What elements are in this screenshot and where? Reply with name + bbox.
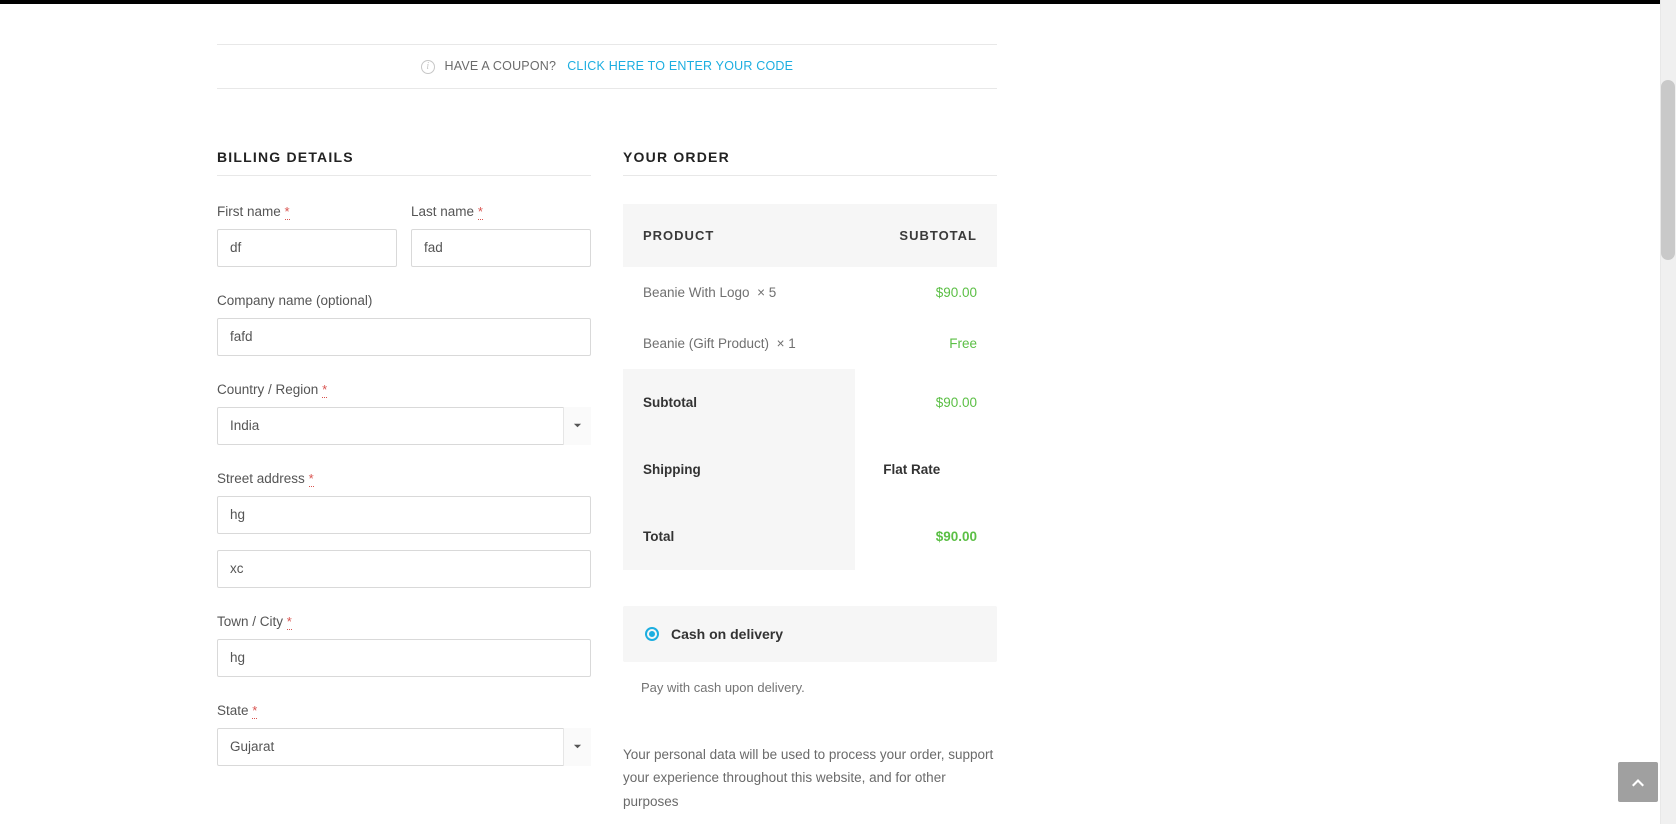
label-state: State *	[217, 703, 591, 718]
order-item-row: Beanie With Logo × 5 $90.00	[623, 267, 997, 318]
order-item-price: $90.00	[855, 267, 997, 318]
state-select-wrap	[217, 728, 591, 766]
page: i HAVE A COUPON? CLICK HERE TO ENTER YOU…	[0, 4, 1550, 814]
country-select[interactable]	[217, 407, 591, 445]
scroll-to-top-button[interactable]	[1618, 762, 1658, 802]
shipping-value: Flat Rate	[855, 436, 997, 503]
order-col-subtotal: SUBTOTAL	[855, 204, 997, 267]
coupon-notice: i HAVE A COUPON? CLICK HERE TO ENTER YOU…	[217, 44, 997, 89]
first-name-input[interactable]	[217, 229, 397, 267]
checkout-container: i HAVE A COUPON? CLICK HERE TO ENTER YOU…	[217, 4, 997, 814]
shipping-label: Shipping	[623, 436, 855, 503]
label-last-name-text: Last name	[411, 204, 474, 219]
radio-selected-icon	[645, 627, 659, 641]
payment-method-row[interactable]: Cash on delivery	[623, 606, 997, 662]
total-value: $90.00	[855, 503, 997, 570]
state-select[interactable]	[217, 728, 591, 766]
street-address-1-input[interactable]	[217, 496, 591, 534]
label-first-name-text: First name	[217, 204, 281, 219]
order-item-name: Beanie (Gift Product)	[643, 336, 769, 351]
required-mark: *	[252, 703, 257, 719]
billing-column: BILLING DETAILS First name * Last name *	[217, 149, 591, 814]
order-heading: YOUR ORDER	[623, 149, 997, 176]
country-select-wrap	[217, 407, 591, 445]
scrollbar-track[interactable]	[1660, 0, 1676, 824]
required-mark: *	[478, 204, 483, 220]
label-city-text: Town / City	[217, 614, 283, 629]
city-input[interactable]	[217, 639, 591, 677]
required-mark: *	[309, 471, 314, 487]
label-state-text: State	[217, 703, 249, 718]
order-item-qty: × 1	[777, 336, 796, 351]
required-mark: *	[285, 204, 290, 220]
label-country: Country / Region *	[217, 382, 591, 397]
street-address-2-input[interactable]	[217, 550, 591, 588]
coupon-question: HAVE A COUPON?	[445, 59, 557, 73]
label-city: Town / City *	[217, 614, 591, 629]
order-column: YOUR ORDER PRODUCT SUBTOTAL Beanie With …	[623, 149, 997, 814]
subtotal-label: Subtotal	[623, 369, 855, 436]
billing-heading: BILLING DETAILS	[217, 149, 591, 176]
order-col-product: PRODUCT	[623, 204, 855, 267]
privacy-text: Your personal data will be used to proce…	[623, 743, 997, 814]
label-country-text: Country / Region	[217, 382, 318, 397]
chevron-up-icon	[1630, 774, 1646, 790]
label-street: Street address *	[217, 471, 591, 486]
order-item-qty: × 5	[757, 285, 776, 300]
required-mark: *	[322, 382, 327, 398]
label-street-text: Street address	[217, 471, 305, 486]
order-item-price: Free	[855, 318, 997, 369]
label-last-name: Last name *	[411, 204, 591, 219]
coupon-toggle-link[interactable]: CLICK HERE TO ENTER YOUR CODE	[567, 59, 793, 73]
label-company: Company name (optional)	[217, 293, 591, 308]
last-name-input[interactable]	[411, 229, 591, 267]
payment-method-description: Pay with cash upon delivery.	[623, 680, 997, 695]
order-item-row: Beanie (Gift Product) × 1 Free	[623, 318, 997, 369]
checkout-columns: BILLING DETAILS First name * Last name *	[217, 149, 997, 814]
required-mark: *	[287, 614, 292, 630]
info-icon: i	[421, 60, 435, 74]
company-input[interactable]	[217, 318, 591, 356]
payment-method-label: Cash on delivery	[671, 626, 783, 642]
total-label: Total	[623, 503, 855, 570]
subtotal-value: $90.00	[855, 369, 997, 436]
order-table: PRODUCT SUBTOTAL Beanie With Logo × 5 $9…	[623, 204, 997, 570]
scrollbar-thumb[interactable]	[1661, 80, 1675, 260]
label-first-name: First name *	[217, 204, 397, 219]
order-item-name: Beanie With Logo	[643, 285, 750, 300]
